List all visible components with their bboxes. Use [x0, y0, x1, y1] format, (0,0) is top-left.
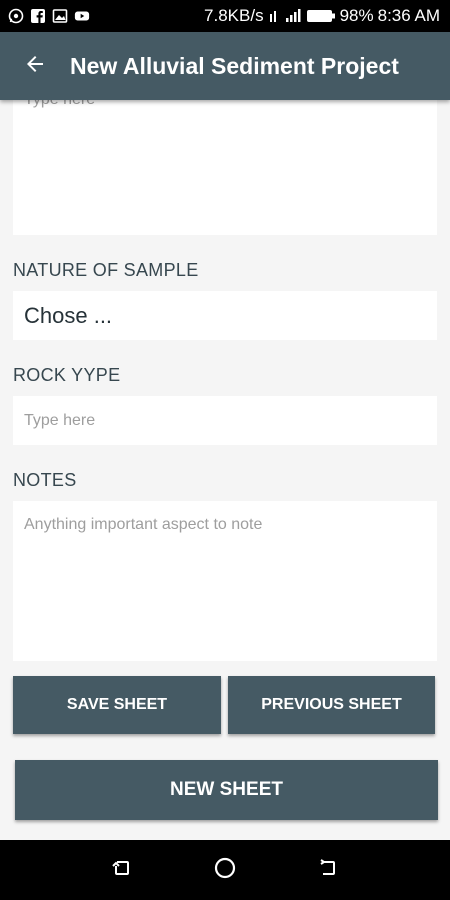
description-field[interactable]: Type here: [13, 100, 437, 235]
previous-sheet-label: PREVIOUS SHEET: [261, 696, 402, 713]
battery-percent: 98%: [339, 6, 374, 25]
save-sheet-label: SAVE SHEET: [66, 696, 168, 713]
back-button[interactable]: [0, 32, 70, 100]
whatsapp-icon: [8, 8, 24, 24]
page-title: New Alluvial Sediment Project: [70, 52, 399, 79]
arrow-back-icon: [23, 52, 47, 81]
save-sheet-button[interactable]: SAVE SHEET: [13, 676, 221, 734]
form-content: Type here NATURE OF SAMPLE Chose ... ROC…: [0, 100, 450, 840]
recent-apps-button[interactable]: [102, 850, 142, 890]
youtube-icon: [74, 8, 90, 24]
home-icon: [213, 856, 237, 885]
signal-icon: [268, 8, 302, 24]
new-sheet-button[interactable]: NEW SHEET: [15, 760, 438, 820]
back-nav-button[interactable]: [308, 850, 348, 890]
system-status: 7.8KB/s 98% 8:36 AM: [204, 6, 440, 26]
rock-type-input[interactable]: Type here: [13, 396, 437, 445]
status-bar: 7.8KB/s 98% 8:36 AM: [0, 0, 450, 32]
notification-icons: [8, 8, 90, 24]
notes-field[interactable]: Anything important aspect to note: [13, 501, 437, 661]
nature-of-sample-value: Chose ...: [24, 302, 113, 328]
rock-type-label: ROCK YYPE: [13, 365, 121, 385]
previous-sheet-button[interactable]: PREVIOUS SHEET: [228, 676, 435, 734]
app-bar: New Alluvial Sediment Project: [0, 32, 450, 100]
new-sheet-label: NEW SHEET: [170, 779, 283, 800]
rock-type-placeholder: Type here: [24, 411, 96, 429]
facebook-icon: [30, 8, 46, 24]
clock: 8:36 AM: [377, 6, 440, 25]
nature-of-sample-select[interactable]: Chose ...: [13, 291, 437, 340]
recent-apps-icon: [111, 857, 133, 884]
description-placeholder: Type here: [24, 100, 426, 109]
notes-label: NOTES: [13, 470, 77, 490]
gallery-icon: [52, 8, 68, 24]
home-button[interactable]: [205, 850, 245, 890]
battery-icon: [306, 8, 336, 24]
notes-placeholder: Anything important aspect to note: [24, 516, 263, 533]
back-nav-icon: [317, 857, 339, 884]
network-speed: 7.8KB/s: [204, 6, 264, 25]
navigation-bar: [0, 840, 450, 900]
nature-of-sample-label: NATURE OF SAMPLE: [13, 260, 199, 280]
